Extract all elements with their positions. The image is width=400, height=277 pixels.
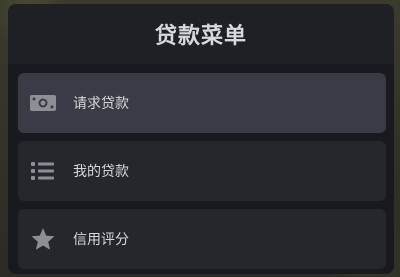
- menu-item-credit-score[interactable]: 信用评分: [18, 209, 386, 269]
- menu-header: 贷款菜单: [8, 4, 394, 64]
- menu-item-request-loan[interactable]: 请求贷款: [18, 73, 386, 133]
- star-icon: [21, 227, 65, 251]
- loan-menu-panel: 贷款菜单 请求贷款 我的贷款 信用评分: [8, 4, 394, 274]
- menu-item-label: 请求贷款: [73, 96, 129, 112]
- menu-item-my-loans[interactable]: 我的贷款: [18, 141, 386, 201]
- menu-title: 贷款菜单: [154, 24, 247, 49]
- menu-item-label: 我的贷款: [73, 164, 129, 180]
- menu-items: 请求贷款 我的贷款 信用评分: [8, 64, 394, 269]
- money-bill-icon: [21, 93, 65, 113]
- menu-item-label: 信用评分: [73, 232, 129, 248]
- list-icon: [21, 160, 65, 182]
